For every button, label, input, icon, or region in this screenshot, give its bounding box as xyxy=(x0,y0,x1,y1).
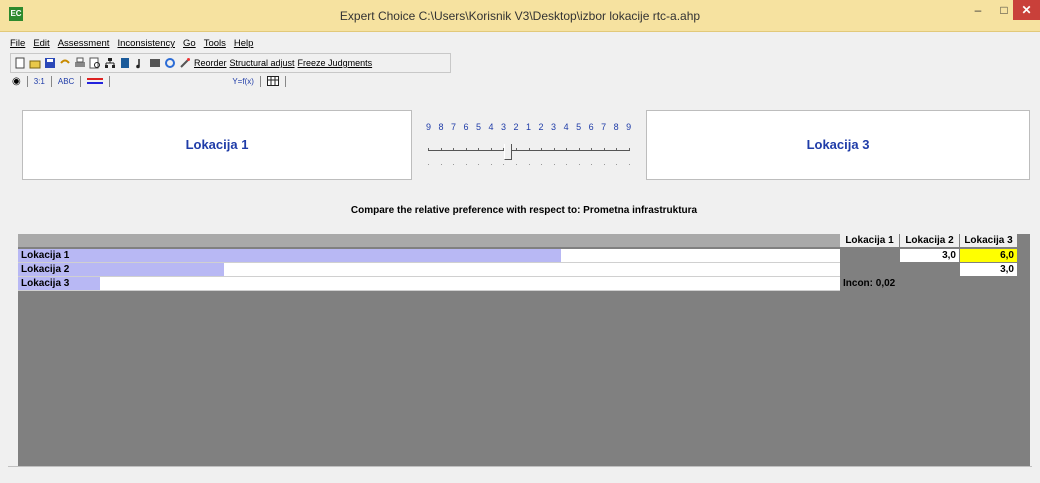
title-bar: EC Expert Choice C:\Users\Korisnik V3\De… xyxy=(0,0,1040,32)
status-bar xyxy=(8,466,1032,483)
matrix-row-2[interactable]: Lokacija 2 xyxy=(18,263,840,277)
right-node-box[interactable]: Lokacija 3 xyxy=(646,110,1030,180)
tab-table-icon[interactable] xyxy=(266,75,279,88)
menu-assessment[interactable]: Assessment xyxy=(58,35,110,53)
cell-r1-c2[interactable]: 3,0 xyxy=(900,249,960,263)
cell-r2-c2 xyxy=(900,263,960,277)
window-title: Expert Choice C:\Users\Korisnik V3\Deskt… xyxy=(339,9,701,23)
cell-r1-c1 xyxy=(840,249,900,263)
cell-r1-c3[interactable]: 6,0 xyxy=(960,249,1018,263)
grid-icon[interactable] xyxy=(149,57,161,69)
cell-r3-c3 xyxy=(960,277,1018,291)
slider-track[interactable] xyxy=(428,150,630,151)
comparison-instruction: Compare the relative preference with res… xyxy=(350,205,698,216)
tree-view-icon[interactable] xyxy=(104,57,116,69)
verbal-scale: 9 8 7 6 5 4 3 2 1 2 3 4 5 6 7 8 9 xyxy=(414,110,644,180)
menu-file[interactable]: File xyxy=(10,35,25,53)
undo-icon[interactable] xyxy=(59,57,71,69)
print-icon[interactable] xyxy=(74,57,86,69)
row-label: Lokacija 2 xyxy=(21,264,70,275)
menu-edit[interactable]: Edit xyxy=(33,35,49,53)
row-label: Lokacija 1 xyxy=(21,250,70,261)
minimize-button[interactable]: – xyxy=(965,0,991,20)
menu-inconsistency[interactable]: Inconsistency xyxy=(117,35,175,53)
cell-r3-c2 xyxy=(900,277,960,291)
tab-abc[interactable]: ABC xyxy=(58,77,74,86)
tab-formula[interactable]: Y=f(x) xyxy=(232,77,254,86)
inconsistency-ratio: Incon: 0,02 xyxy=(840,277,900,291)
new-file-icon[interactable] xyxy=(14,57,26,69)
music-note-icon[interactable] xyxy=(134,57,146,69)
menu-help[interactable]: Help xyxy=(234,35,254,53)
binoculars-icon[interactable]: ◉ xyxy=(12,76,21,87)
open-folder-icon[interactable] xyxy=(29,57,41,69)
tab-separator xyxy=(80,76,82,87)
slider-dots xyxy=(428,164,630,165)
reorder-button[interactable]: Reorder xyxy=(194,58,227,68)
tab-separator xyxy=(26,76,28,87)
row-label: Lokacija 3 xyxy=(21,278,70,289)
save-icon[interactable] xyxy=(44,57,56,69)
menu-go[interactable]: Go xyxy=(183,35,196,53)
slider-ticks xyxy=(428,148,630,150)
cell-r2-c1 xyxy=(840,263,900,277)
column-header-lokacija-2[interactable]: Lokacija 2 xyxy=(900,234,960,247)
matrix-row-3[interactable]: Lokacija 3 xyxy=(18,277,840,291)
menu-bar: File Edit Assessment Inconsistency Go To… xyxy=(10,35,253,53)
matrix-row-1[interactable]: Lokacija 1 xyxy=(18,249,840,263)
tab-separator xyxy=(259,76,261,87)
print-preview-icon[interactable] xyxy=(89,57,101,69)
mode-tabs: ◉ 3:1 ABC Y=f(x) xyxy=(10,74,1032,89)
tab-separator xyxy=(109,76,111,87)
tab-ratio[interactable]: 3:1 xyxy=(34,77,45,86)
toolbar: Reorder Structural adjust Freeze Judgmen… xyxy=(10,53,451,73)
refresh-icon[interactable] xyxy=(164,57,176,69)
comparison-matrix: Lokacija 1 Lokacija 2 Lokacija 3 Lokacij… xyxy=(18,234,1030,466)
cell-r2-c3[interactable]: 3,0 xyxy=(960,263,1018,277)
column-header-lokacija-3[interactable]: Lokacija 3 xyxy=(960,234,1018,247)
wand-icon[interactable] xyxy=(179,57,191,69)
menu-tools[interactable]: Tools xyxy=(204,35,226,53)
left-node-label: Lokacija 1 xyxy=(185,137,249,152)
right-node-label: Lokacija 3 xyxy=(806,137,870,152)
priority-bar xyxy=(18,249,561,262)
freeze-judgments-button[interactable]: Freeze Judgments xyxy=(298,58,373,68)
left-node-box[interactable]: Lokacija 1 xyxy=(22,110,412,180)
close-button[interactable]: ✕ xyxy=(1013,0,1040,20)
tab-separator xyxy=(284,76,286,87)
slider-thumb[interactable] xyxy=(504,144,512,160)
column-header-lokacija-1[interactable]: Lokacija 1 xyxy=(840,234,900,247)
scale-numbers: 9 8 7 6 5 4 3 2 1 2 3 4 5 6 7 8 9 xyxy=(426,122,634,132)
tab-graphical-icon[interactable] xyxy=(87,77,104,87)
calculator-icon[interactable] xyxy=(119,57,131,69)
tab-separator xyxy=(50,76,52,87)
structural-adjust-button[interactable]: Structural adjust xyxy=(230,58,295,68)
